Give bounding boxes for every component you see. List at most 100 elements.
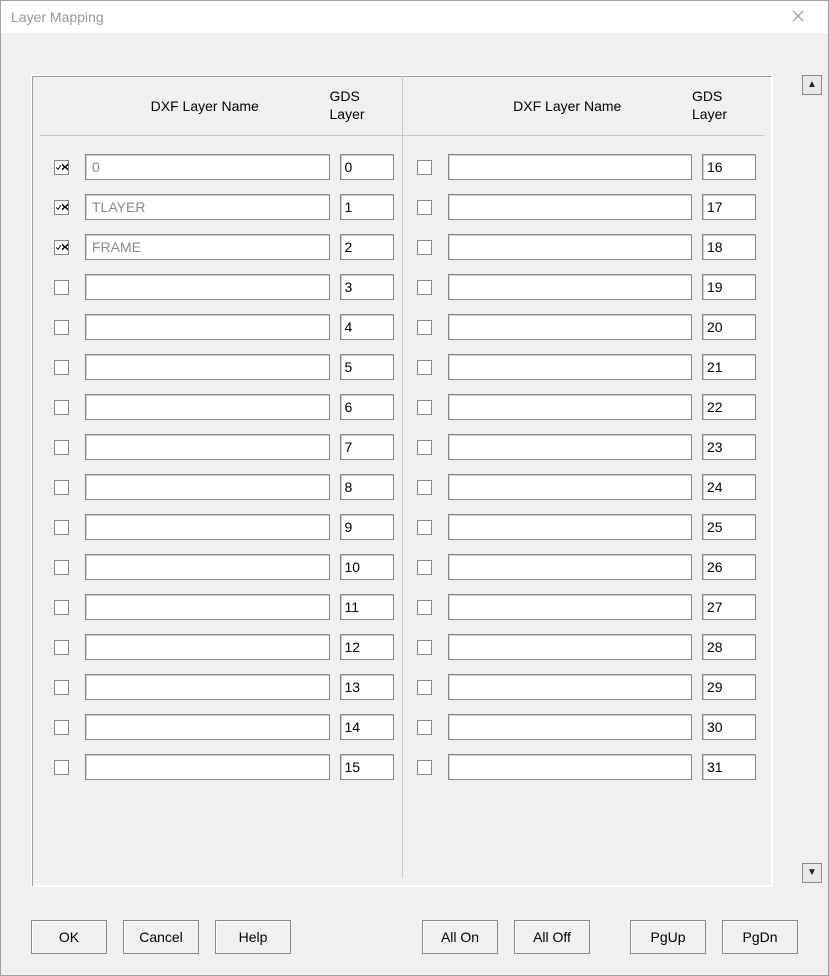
row-checkbox[interactable] xyxy=(54,200,69,215)
row-checkbox[interactable] xyxy=(417,360,432,375)
row-checkbox[interactable] xyxy=(417,440,432,455)
gds-layer-input[interactable] xyxy=(702,354,756,380)
gds-layer-input[interactable] xyxy=(702,594,756,620)
gds-layer-input[interactable] xyxy=(702,234,756,260)
dxf-name-input[interactable] xyxy=(448,554,693,580)
row-checkbox[interactable] xyxy=(417,320,432,335)
dxf-name-input[interactable] xyxy=(85,234,330,260)
gds-layer-input[interactable] xyxy=(702,194,756,220)
gds-layer-input[interactable] xyxy=(702,554,756,580)
dxf-name-input[interactable] xyxy=(85,714,330,740)
dxf-name-input[interactable] xyxy=(85,434,330,460)
row-checkbox[interactable] xyxy=(417,520,432,535)
row-checkbox[interactable] xyxy=(417,760,432,775)
row-checkbox[interactable] xyxy=(54,760,69,775)
gds-layer-input[interactable] xyxy=(340,714,394,740)
dxf-name-input[interactable] xyxy=(448,594,693,620)
gds-layer-input[interactable] xyxy=(340,594,394,620)
row-checkbox[interactable] xyxy=(417,280,432,295)
gds-layer-input[interactable] xyxy=(340,474,394,500)
scroll-down-button[interactable]: ▼ xyxy=(802,863,822,883)
row-checkbox[interactable] xyxy=(54,520,69,535)
dxf-name-input[interactable] xyxy=(85,154,330,180)
dxf-name-input[interactable] xyxy=(85,554,330,580)
row-checkbox[interactable] xyxy=(417,720,432,735)
gds-layer-input[interactable] xyxy=(340,194,394,220)
dxf-name-input[interactable] xyxy=(85,274,330,300)
row-checkbox[interactable] xyxy=(417,200,432,215)
pgup-button[interactable]: PgUp xyxy=(630,920,706,954)
gds-layer-input[interactable] xyxy=(340,314,394,340)
gds-layer-input[interactable] xyxy=(702,314,756,340)
dxf-name-input[interactable] xyxy=(448,674,693,700)
ok-button[interactable]: OK xyxy=(31,920,107,954)
row-checkbox[interactable] xyxy=(417,240,432,255)
dxf-name-input[interactable] xyxy=(85,314,330,340)
dxf-name-input[interactable] xyxy=(448,154,693,180)
dxf-name-input[interactable] xyxy=(448,274,693,300)
row-checkbox[interactable] xyxy=(417,680,432,695)
gds-layer-input[interactable] xyxy=(702,434,756,460)
dxf-name-input[interactable] xyxy=(448,434,693,460)
close-button[interactable] xyxy=(778,1,818,33)
dxf-name-input[interactable] xyxy=(85,594,330,620)
gds-layer-input[interactable] xyxy=(340,434,394,460)
row-checkbox[interactable] xyxy=(417,480,432,495)
gds-layer-input[interactable] xyxy=(702,154,756,180)
gds-layer-input[interactable] xyxy=(702,714,756,740)
dxf-name-input[interactable] xyxy=(448,474,693,500)
gds-layer-input[interactable] xyxy=(340,274,394,300)
dxf-name-input[interactable] xyxy=(85,634,330,660)
gds-layer-input[interactable] xyxy=(702,634,756,660)
dxf-name-input[interactable] xyxy=(85,674,330,700)
cancel-button[interactable]: Cancel xyxy=(123,920,199,954)
row-checkbox[interactable] xyxy=(54,320,69,335)
pgdn-button[interactable]: PgDn xyxy=(722,920,798,954)
gds-layer-input[interactable] xyxy=(340,674,394,700)
scroll-up-button[interactable]: ▲ xyxy=(802,75,822,95)
row-checkbox[interactable] xyxy=(54,560,69,575)
all-on-button[interactable]: All On xyxy=(422,920,498,954)
row-checkbox[interactable] xyxy=(417,560,432,575)
gds-layer-input[interactable] xyxy=(340,154,394,180)
gds-layer-input[interactable] xyxy=(702,474,756,500)
gds-layer-input[interactable] xyxy=(702,274,756,300)
gds-layer-input[interactable] xyxy=(340,234,394,260)
row-checkbox[interactable] xyxy=(417,640,432,655)
gds-layer-input[interactable] xyxy=(702,514,756,540)
row-checkbox[interactable] xyxy=(54,400,69,415)
row-checkbox[interactable] xyxy=(54,240,69,255)
row-checkbox[interactable] xyxy=(54,480,69,495)
row-checkbox[interactable] xyxy=(417,400,432,415)
help-button[interactable]: Help xyxy=(215,920,291,954)
row-checkbox[interactable] xyxy=(54,600,69,615)
dxf-name-input[interactable] xyxy=(448,754,693,780)
dxf-name-input[interactable] xyxy=(85,754,330,780)
row-checkbox[interactable] xyxy=(54,160,69,175)
dxf-name-input[interactable] xyxy=(85,354,330,380)
dxf-name-input[interactable] xyxy=(448,194,693,220)
gds-layer-input[interactable] xyxy=(340,514,394,540)
dxf-name-input[interactable] xyxy=(85,394,330,420)
row-checkbox[interactable] xyxy=(54,280,69,295)
all-off-button[interactable]: All Off xyxy=(514,920,590,954)
row-checkbox[interactable] xyxy=(54,640,69,655)
dxf-name-input[interactable] xyxy=(448,714,693,740)
dxf-name-input[interactable] xyxy=(85,194,330,220)
gds-layer-input[interactable] xyxy=(340,754,394,780)
dxf-name-input[interactable] xyxy=(448,314,693,340)
dxf-name-input[interactable] xyxy=(448,394,693,420)
row-checkbox[interactable] xyxy=(417,160,432,175)
gds-layer-input[interactable] xyxy=(702,394,756,420)
row-checkbox[interactable] xyxy=(54,680,69,695)
dxf-name-input[interactable] xyxy=(448,234,693,260)
vertical-scrollbar[interactable]: ▲ ▼ xyxy=(802,75,822,883)
row-checkbox[interactable] xyxy=(54,360,69,375)
gds-layer-input[interactable] xyxy=(702,754,756,780)
gds-layer-input[interactable] xyxy=(340,554,394,580)
dxf-name-input[interactable] xyxy=(448,514,693,540)
gds-layer-input[interactable] xyxy=(702,674,756,700)
dxf-name-input[interactable] xyxy=(85,474,330,500)
row-checkbox[interactable] xyxy=(54,440,69,455)
dxf-name-input[interactable] xyxy=(448,634,693,660)
